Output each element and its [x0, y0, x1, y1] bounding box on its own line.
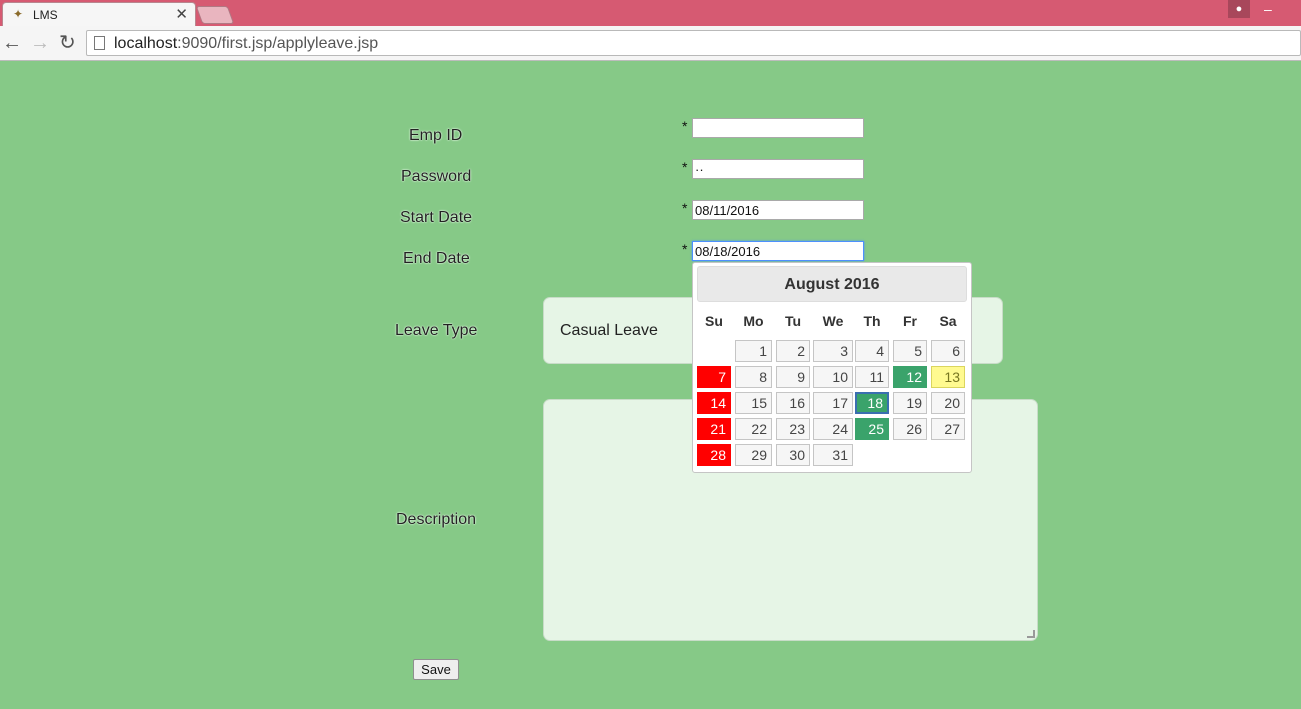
emp-id-field[interactable] — [692, 118, 864, 138]
password-label: Password — [401, 168, 472, 185]
calendar-day[interactable]: 26 — [893, 418, 927, 440]
calendar-day[interactable]: 30 — [776, 444, 810, 466]
weekday-header: Su — [705, 313, 723, 329]
password-required-marker: * — [682, 159, 688, 175]
emp-id-label: Emp ID — [409, 127, 463, 144]
calendar-day[interactable]: 2 — [776, 340, 810, 362]
calendar-day[interactable]: 11 — [855, 366, 889, 388]
calendar-day[interactable]: 15 — [735, 392, 772, 414]
start-date-required-marker: * — [682, 200, 688, 216]
address-bar[interactable]: localhost:9090/first.jsp/applyleave.jsp — [86, 30, 1301, 56]
calendar-day[interactable]: 3 — [813, 340, 853, 362]
weekday-header: Mo — [743, 313, 764, 329]
calendar-day[interactable]: 6 — [931, 340, 965, 362]
leave-type-label: Leave Type — [395, 322, 478, 339]
start-date-field[interactable] — [692, 200, 864, 220]
browser-titlebar: ✦ LMS ✕ ● – — [0, 0, 1301, 26]
description-label: Description — [396, 511, 477, 528]
datepicker-title: August 2016 — [697, 266, 967, 302]
calendar-day[interactable]: 13 — [931, 366, 965, 388]
calendar-day[interactable]: 5 — [893, 340, 927, 362]
tab-title: LMS — [33, 8, 58, 22]
tab-close-icon[interactable]: ✕ — [175, 5, 188, 23]
calendar-day[interactable]: 25 — [855, 418, 889, 440]
leave-type-selected-value: Casual Leave — [560, 322, 658, 339]
password-field[interactable] — [692, 159, 864, 179]
calendar-day[interactable]: 8 — [735, 366, 772, 388]
tab-favicon-icon: ✦ — [13, 7, 24, 21]
page-icon — [94, 36, 105, 50]
calendar-day[interactable]: 27 — [931, 418, 965, 440]
end-date-required-marker: * — [682, 241, 688, 257]
end-date-field[interactable] — [692, 241, 864, 261]
minimize-icon[interactable]: – — [1264, 2, 1276, 16]
back-arrow-icon[interactable]: ← — [2, 31, 22, 55]
reload-icon[interactable]: ↻ — [59, 31, 76, 55]
browser-tab[interactable]: ✦ LMS ✕ — [2, 2, 196, 26]
profile-icon[interactable]: ● — [1228, 0, 1250, 18]
calendar-day[interactable]: 24 — [813, 418, 853, 440]
resize-grip-icon[interactable] — [1027, 630, 1035, 638]
calendar-day[interactable]: 9 — [776, 366, 810, 388]
calendar-day[interactable]: 16 — [776, 392, 810, 414]
emp-id-required-marker: * — [682, 118, 688, 134]
save-button[interactable]: Save — [413, 659, 459, 680]
calendar-day[interactable]: 31 — [813, 444, 853, 466]
weekday-header: Sa — [939, 313, 957, 329]
calendar-day[interactable]: 21 — [697, 418, 731, 440]
calendar-day[interactable]: 22 — [735, 418, 772, 440]
calendar-day[interactable]: 14 — [697, 392, 731, 414]
new-tab-button[interactable] — [195, 6, 235, 24]
calendar-day[interactable]: 28 — [697, 444, 731, 466]
end-date-label: End Date — [403, 250, 470, 267]
weekday-header: Th — [863, 313, 881, 329]
calendar-day[interactable]: 4 — [855, 340, 889, 362]
forward-arrow-icon[interactable]: → — [30, 31, 50, 55]
weekday-header: Fr — [903, 313, 917, 329]
weekday-header: We — [822, 313, 844, 329]
calendar-day[interactable]: 10 — [813, 366, 853, 388]
calendar-day[interactable]: 12 — [893, 366, 927, 388]
url-text[interactable]: localhost:9090/first.jsp/applyleave.jsp — [114, 35, 378, 53]
calendar-day[interactable]: 20 — [931, 392, 965, 414]
calendar-day[interactable]: 23 — [776, 418, 810, 440]
calendar-day[interactable]: 1 — [735, 340, 772, 362]
browser-toolbar: ← → ↻ localhost:9090/first.jsp/applyleav… — [0, 26, 1301, 61]
calendar-day[interactable]: 17 — [813, 392, 853, 414]
datepicker-popup: August 2016 Su Mo Tu We Th Fr Sa 1 2 3 4 5 6 7 8 9 10 11 1… — [692, 262, 972, 473]
calendar-day[interactable]: 18 — [855, 392, 889, 414]
calendar-day[interactable]: 29 — [735, 444, 772, 466]
weekday-header: Tu — [784, 313, 802, 329]
calendar-day[interactable]: 19 — [893, 392, 927, 414]
start-date-label: Start Date — [400, 209, 473, 226]
calendar-day[interactable]: 7 — [697, 366, 731, 388]
